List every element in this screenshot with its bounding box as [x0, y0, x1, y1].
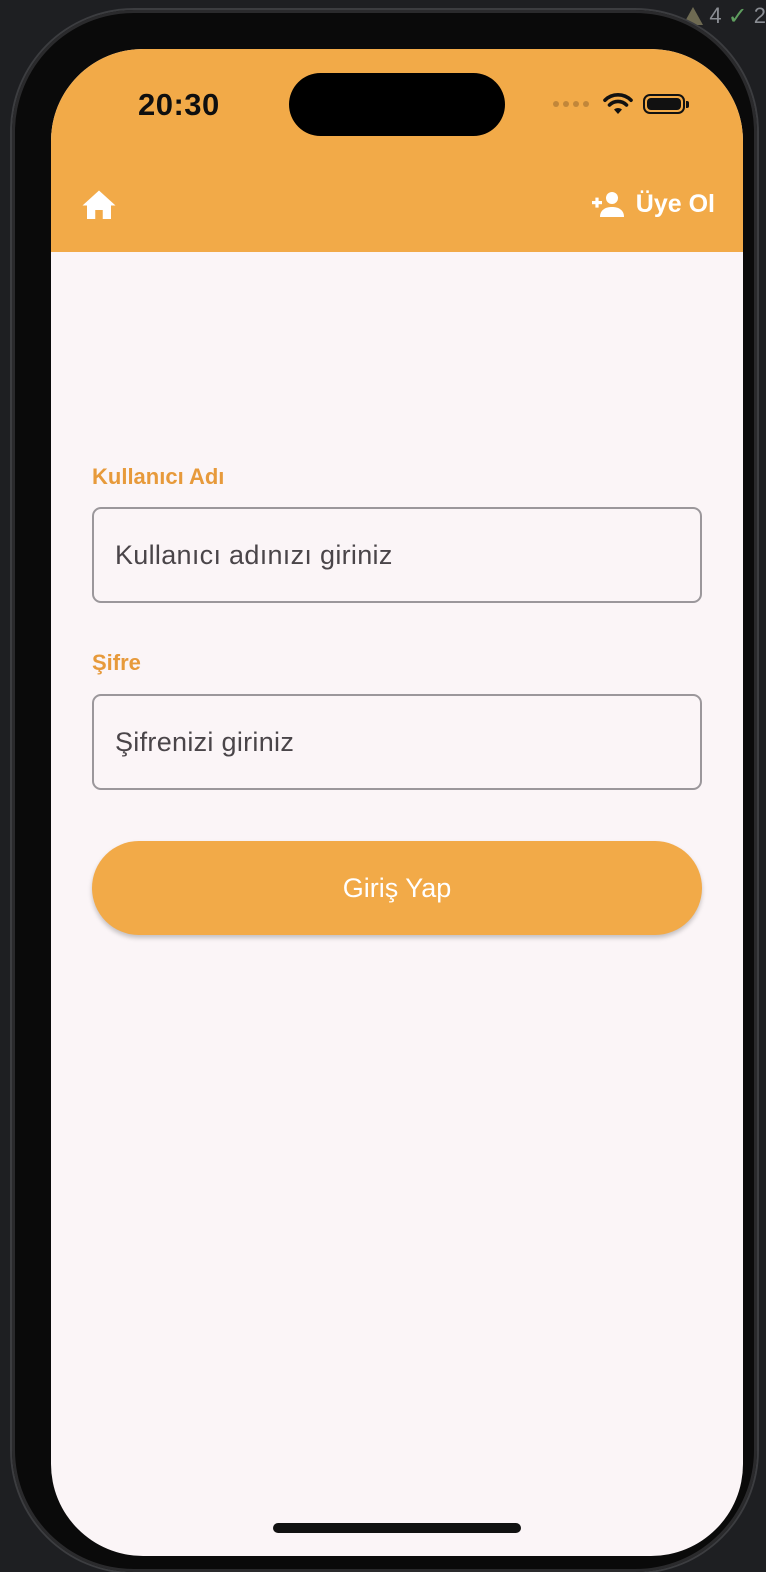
home-indicator: [273, 1523, 521, 1533]
dynamic-island: [289, 73, 505, 136]
warning-count: 4: [709, 3, 722, 28]
username-placeholder: Kullanıcı adınızı giriniz: [115, 539, 393, 570]
password-label: Şifre: [92, 650, 141, 675]
username-label: Kullanıcı Adı: [92, 464, 225, 489]
phone-frame: 20:30 Üye Ol Kullanıcı Adı Kullanıcı adı…: [12, 10, 757, 1572]
password-input[interactable]: Şifrenizi giriniz: [92, 694, 702, 790]
status-time: 20:30: [138, 87, 220, 122]
username-input[interactable]: Kullanıcı adınızı giriniz: [92, 507, 702, 603]
person-add-icon: [591, 192, 624, 217]
login-button[interactable]: Giriş Yap: [92, 841, 702, 935]
app-bar: 20:30 Üye Ol: [51, 49, 743, 252]
login-button-label: Giriş Yap: [342, 872, 452, 903]
home-icon[interactable]: [81, 187, 117, 221]
battery-icon: [643, 94, 689, 114]
status-indicators: [553, 93, 689, 115]
password-placeholder: Şifrenizi giriniz: [115, 726, 295, 757]
cellular-signal-icon: [553, 101, 589, 107]
wifi-icon: [603, 93, 633, 114]
signup-button[interactable]: Üye Ol: [591, 187, 715, 221]
check-icon: ✓: [727, 2, 748, 30]
ok-count: 2: [753, 3, 766, 28]
phone-screen: 20:30 Üye Ol Kullanıcı Adı Kullanıcı adı…: [51, 49, 743, 1556]
signup-label: Üye Ol: [635, 189, 715, 218]
